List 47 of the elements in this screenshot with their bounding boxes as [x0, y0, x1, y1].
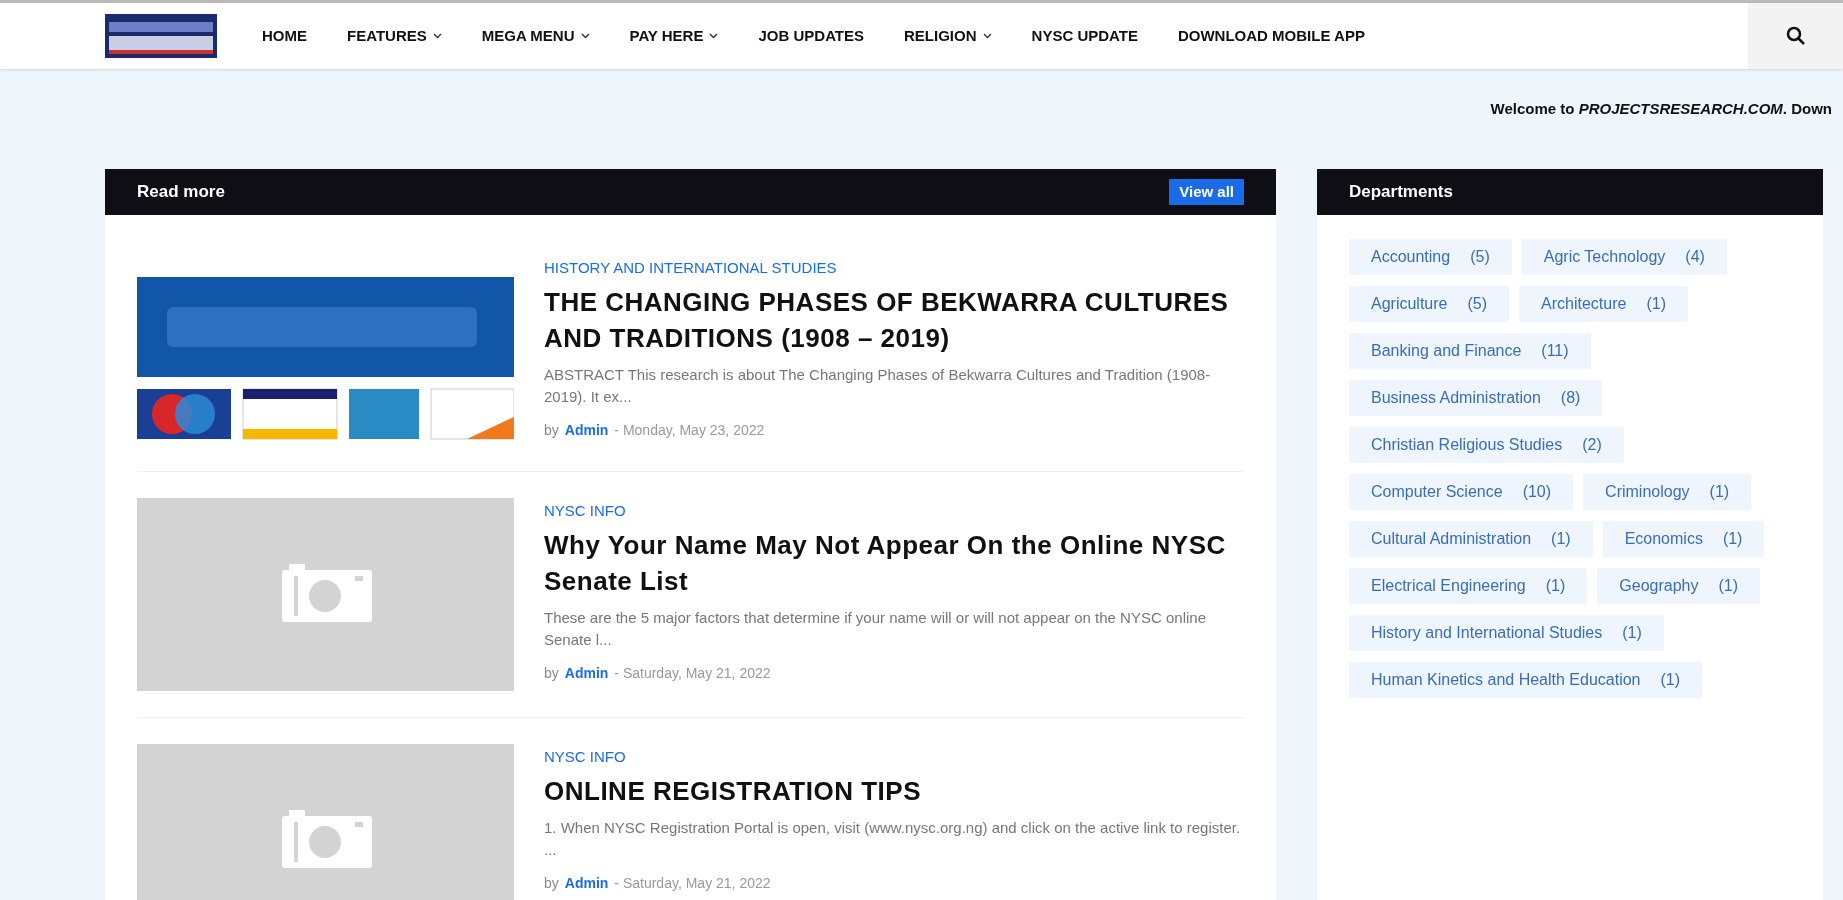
post-title[interactable]: ONLINE REGISTRATION TIPS: [544, 772, 1244, 809]
section-title: Departments: [1349, 181, 1453, 204]
section-title: Read more: [137, 181, 225, 204]
site-logo[interactable]: [105, 14, 217, 58]
nav-link[interactable]: NYSC UPDATE: [1031, 24, 1138, 48]
post-title[interactable]: THE CHANGING PHASES OF BEKWARRA CULTURES AND TRADITIONS (1908 – 2019): [544, 283, 1244, 356]
author-link[interactable]: Admin: [564, 419, 609, 441]
post-title[interactable]: Why Your Name May Not Appear On the Online NYSC Senate List: [544, 526, 1244, 599]
department-tag[interactable]: Christian Religious Studies (2): [1349, 427, 1624, 463]
nav-link[interactable]: PAY HERE: [629, 24, 719, 48]
author-link[interactable]: Admin: [564, 662, 609, 684]
department-tag[interactable]: Business Administration (8): [1349, 380, 1603, 416]
department-tag[interactable]: Human Kinetics and Health Education (1): [1349, 662, 1703, 698]
post-excerpt: These are the 5 major factors that determine if your name will or will not appear on the NYSC online Senate l...: [544, 607, 1207, 650]
post-excerpt: 1. When NYSC Registration Portal is open, visit (www.nysc.org.ng) and click on the active link to register. ...: [544, 817, 1242, 860]
category-link[interactable]: NYSC INFO: [544, 746, 626, 769]
post-date: - Saturday, May 21, 2022: [614, 663, 771, 683]
nav-link[interactable]: FEATURES: [347, 24, 442, 48]
search-icon: [1785, 26, 1806, 46]
post-excerpt: ABSTRACT This research is about The Changing Phases of Bekwarra Cultures and Tradition (1908-2019). It ex...: [544, 364, 1212, 407]
department-tag[interactable]: History and International Studies (1): [1349, 615, 1664, 651]
byline-text: by: [544, 420, 559, 440]
department-tag[interactable]: Agriculture (5): [1349, 286, 1510, 322]
nav-link[interactable]: MEGA MENU: [481, 24, 590, 48]
nav-link[interactable]: RELIGION: [904, 24, 992, 48]
category-link[interactable]: HISTORY AND INTERNATIONAL STUDIES: [544, 257, 837, 280]
department-tag[interactable]: Criminology (1): [1583, 474, 1752, 510]
department-tag[interactable]: Electrical Engineering (1): [1349, 568, 1588, 604]
department-tag[interactable]: Computer Science (10): [1349, 474, 1574, 510]
author-link[interactable]: Admin: [564, 872, 609, 894]
view-all-link[interactable]: View all: [1169, 178, 1244, 206]
nav-link[interactable]: JOB UPDATES: [758, 24, 865, 48]
department-tag[interactable]: Economics (1): [1602, 521, 1765, 557]
category-link[interactable]: NYSC INFO: [544, 500, 626, 523]
byline-text: by: [544, 663, 559, 683]
ticker-text: Welcome to PROJECTSRESEARCH.COM. Down: [1490, 98, 1832, 119]
post-date: - Monday, May 23, 2022: [614, 420, 765, 440]
department-tag[interactable]: Agric Technology (4): [1521, 239, 1727, 275]
nav-link[interactable]: DOWNLOAD MOBILE APP: [1177, 24, 1365, 48]
department-tag[interactable]: Banking and Finance (11): [1349, 333, 1591, 369]
department-tag[interactable]: Cultural Administration (1): [1349, 521, 1593, 557]
department-tag[interactable]: Geography (1): [1597, 568, 1761, 604]
department-tag[interactable]: Accounting (5): [1349, 239, 1512, 275]
nav-link[interactable]: HOME: [262, 24, 307, 48]
post-date: - Saturday, May 21, 2022: [614, 873, 771, 893]
byline-text: by: [544, 873, 559, 893]
department-tag[interactable]: Architecture (1): [1519, 286, 1688, 322]
